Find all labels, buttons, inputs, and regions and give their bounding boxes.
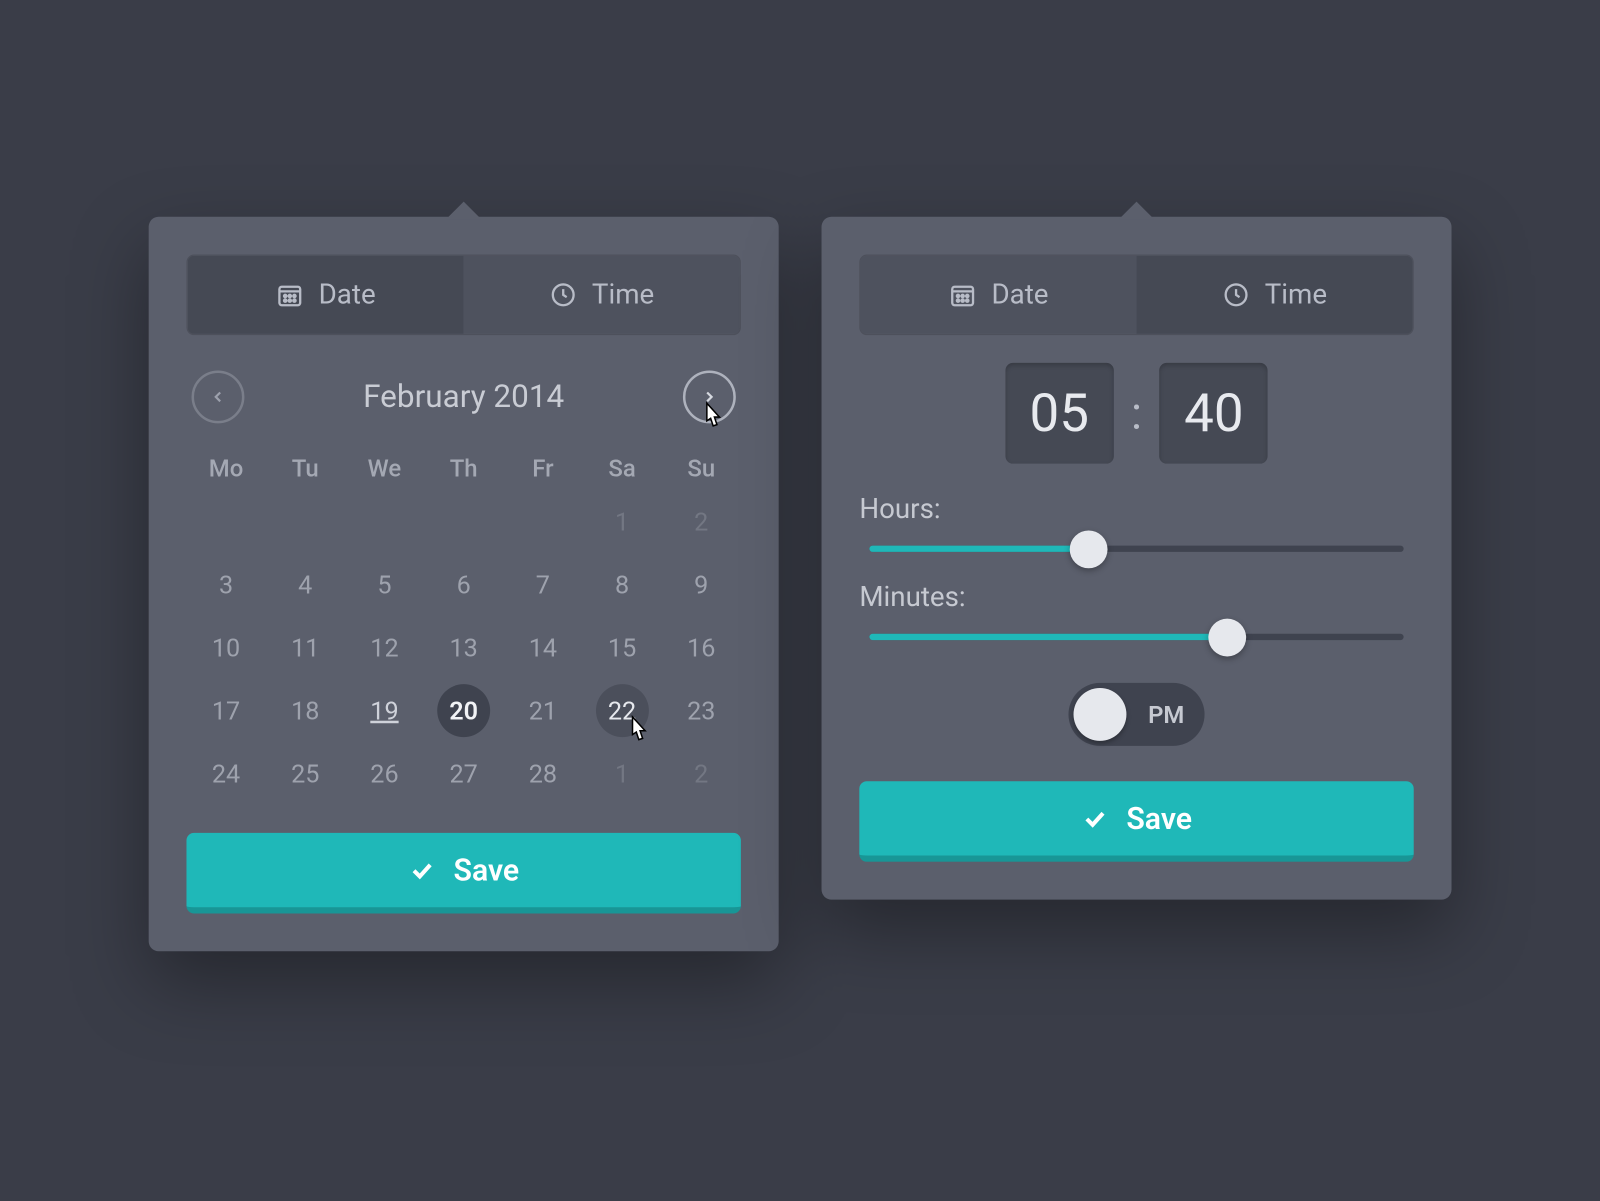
weekday-header: Fr xyxy=(503,454,582,483)
tab-date[interactable]: Date xyxy=(861,256,1137,334)
save-button[interactable]: Save xyxy=(859,781,1413,862)
check-icon xyxy=(408,856,436,884)
save-button-label: Save xyxy=(1126,801,1192,836)
calendar-icon xyxy=(276,281,304,309)
hours-slider[interactable] xyxy=(869,546,1403,552)
calendar-day[interactable]: 5 xyxy=(345,561,424,609)
clock-icon xyxy=(549,281,577,309)
calendar-day[interactable]: 12 xyxy=(345,624,424,672)
period-label: PM xyxy=(1148,700,1184,729)
calendar-day[interactable]: 24 xyxy=(186,750,265,798)
minutes-slider-thumb[interactable] xyxy=(1208,618,1246,656)
calendar-day xyxy=(424,498,503,546)
tab-time[interactable]: Time xyxy=(1137,256,1413,334)
minutes-slider[interactable] xyxy=(869,634,1403,640)
weekday-header: Th xyxy=(424,454,503,483)
save-button-label: Save xyxy=(454,852,520,887)
hours-slider-fill xyxy=(869,546,1088,552)
calendar-day[interactable]: 7 xyxy=(503,561,582,609)
calendar-day[interactable]: 23 xyxy=(662,687,741,735)
calendar-day[interactable]: 1 xyxy=(582,750,661,798)
save-button[interactable]: Save xyxy=(186,833,740,914)
calendar-day[interactable]: 13 xyxy=(424,624,503,672)
time-picker-panel: Date Time 05 : 40 Hours: Minutes: xyxy=(822,217,1452,900)
weekday-header: Su xyxy=(662,454,741,483)
minutes-slider-label: Minutes: xyxy=(859,582,1413,614)
am-pm-toggle[interactable]: PM xyxy=(1068,683,1204,746)
calendar-day[interactable]: 21 xyxy=(503,687,582,735)
calendar-day[interactable]: 4 xyxy=(266,561,345,609)
next-month-button[interactable] xyxy=(683,370,736,423)
calendar-grid: MoTuWeThFrSaSu12345678910111213141516171… xyxy=(186,454,740,798)
calendar-day[interactable]: 14 xyxy=(503,624,582,672)
weekday-header: We xyxy=(345,454,424,483)
calendar-day xyxy=(186,498,265,546)
calendar-day[interactable]: 25 xyxy=(266,750,345,798)
calendar-day[interactable]: 2 xyxy=(662,498,741,546)
weekday-header: Sa xyxy=(582,454,661,483)
date-time-tabs: Date Time xyxy=(186,255,740,336)
calendar-day[interactable]: 17 xyxy=(186,687,265,735)
toggle-knob xyxy=(1074,688,1127,741)
calendar-day xyxy=(266,498,345,546)
calendar-day[interactable]: 19 xyxy=(345,687,424,735)
calendar-day[interactable]: 22 xyxy=(596,684,649,737)
check-icon xyxy=(1081,805,1109,833)
hours-value-box[interactable]: 05 xyxy=(1005,363,1113,464)
prev-month-button[interactable] xyxy=(192,370,245,423)
calendar-day[interactable]: 6 xyxy=(424,561,503,609)
weekday-header: Tu xyxy=(266,454,345,483)
calendar-day[interactable]: 20 xyxy=(437,684,490,737)
calendar-day[interactable]: 16 xyxy=(662,624,741,672)
month-year-label: February 2014 xyxy=(363,379,564,416)
date-picker-panel: Date Time February 2014 MoTuWeThFrSaSu12… xyxy=(149,217,779,952)
hours-slider-thumb[interactable] xyxy=(1070,530,1108,568)
calendar-day xyxy=(345,498,424,546)
tab-time-label: Time xyxy=(592,279,654,311)
weekday-header: Mo xyxy=(186,454,265,483)
calendar-day xyxy=(503,498,582,546)
calendar-day[interactable]: 2 xyxy=(662,750,741,798)
hours-slider-label: Hours: xyxy=(859,494,1413,526)
calendar-day[interactable]: 11 xyxy=(266,624,345,672)
calendar-day[interactable]: 9 xyxy=(662,561,741,609)
tab-date-label: Date xyxy=(319,279,376,311)
calendar-day[interactable]: 27 xyxy=(424,750,503,798)
tab-time[interactable]: Time xyxy=(464,256,740,334)
clock-icon xyxy=(1222,281,1250,309)
calendar-day[interactable]: 8 xyxy=(582,561,661,609)
tab-time-label: Time xyxy=(1265,279,1327,311)
minutes-slider-fill xyxy=(869,634,1227,640)
calendar-day[interactable]: 15 xyxy=(582,624,661,672)
calendar-day[interactable]: 10 xyxy=(186,624,265,672)
calendar-day[interactable]: 3 xyxy=(186,561,265,609)
calendar-day[interactable]: 18 xyxy=(266,687,345,735)
calendar-icon xyxy=(949,281,977,309)
date-time-tabs: Date Time xyxy=(859,255,1413,336)
calendar-day[interactable]: 1 xyxy=(582,498,661,546)
minutes-value-box[interactable]: 40 xyxy=(1160,363,1268,464)
tab-date-label: Date xyxy=(991,279,1048,311)
time-display: 05 : 40 xyxy=(859,363,1413,464)
tab-date[interactable]: Date xyxy=(188,256,464,334)
calendar-day[interactable]: 26 xyxy=(345,750,424,798)
month-navigation: February 2014 xyxy=(186,370,740,423)
time-separator: : xyxy=(1131,387,1142,440)
calendar-day[interactable]: 28 xyxy=(503,750,582,798)
